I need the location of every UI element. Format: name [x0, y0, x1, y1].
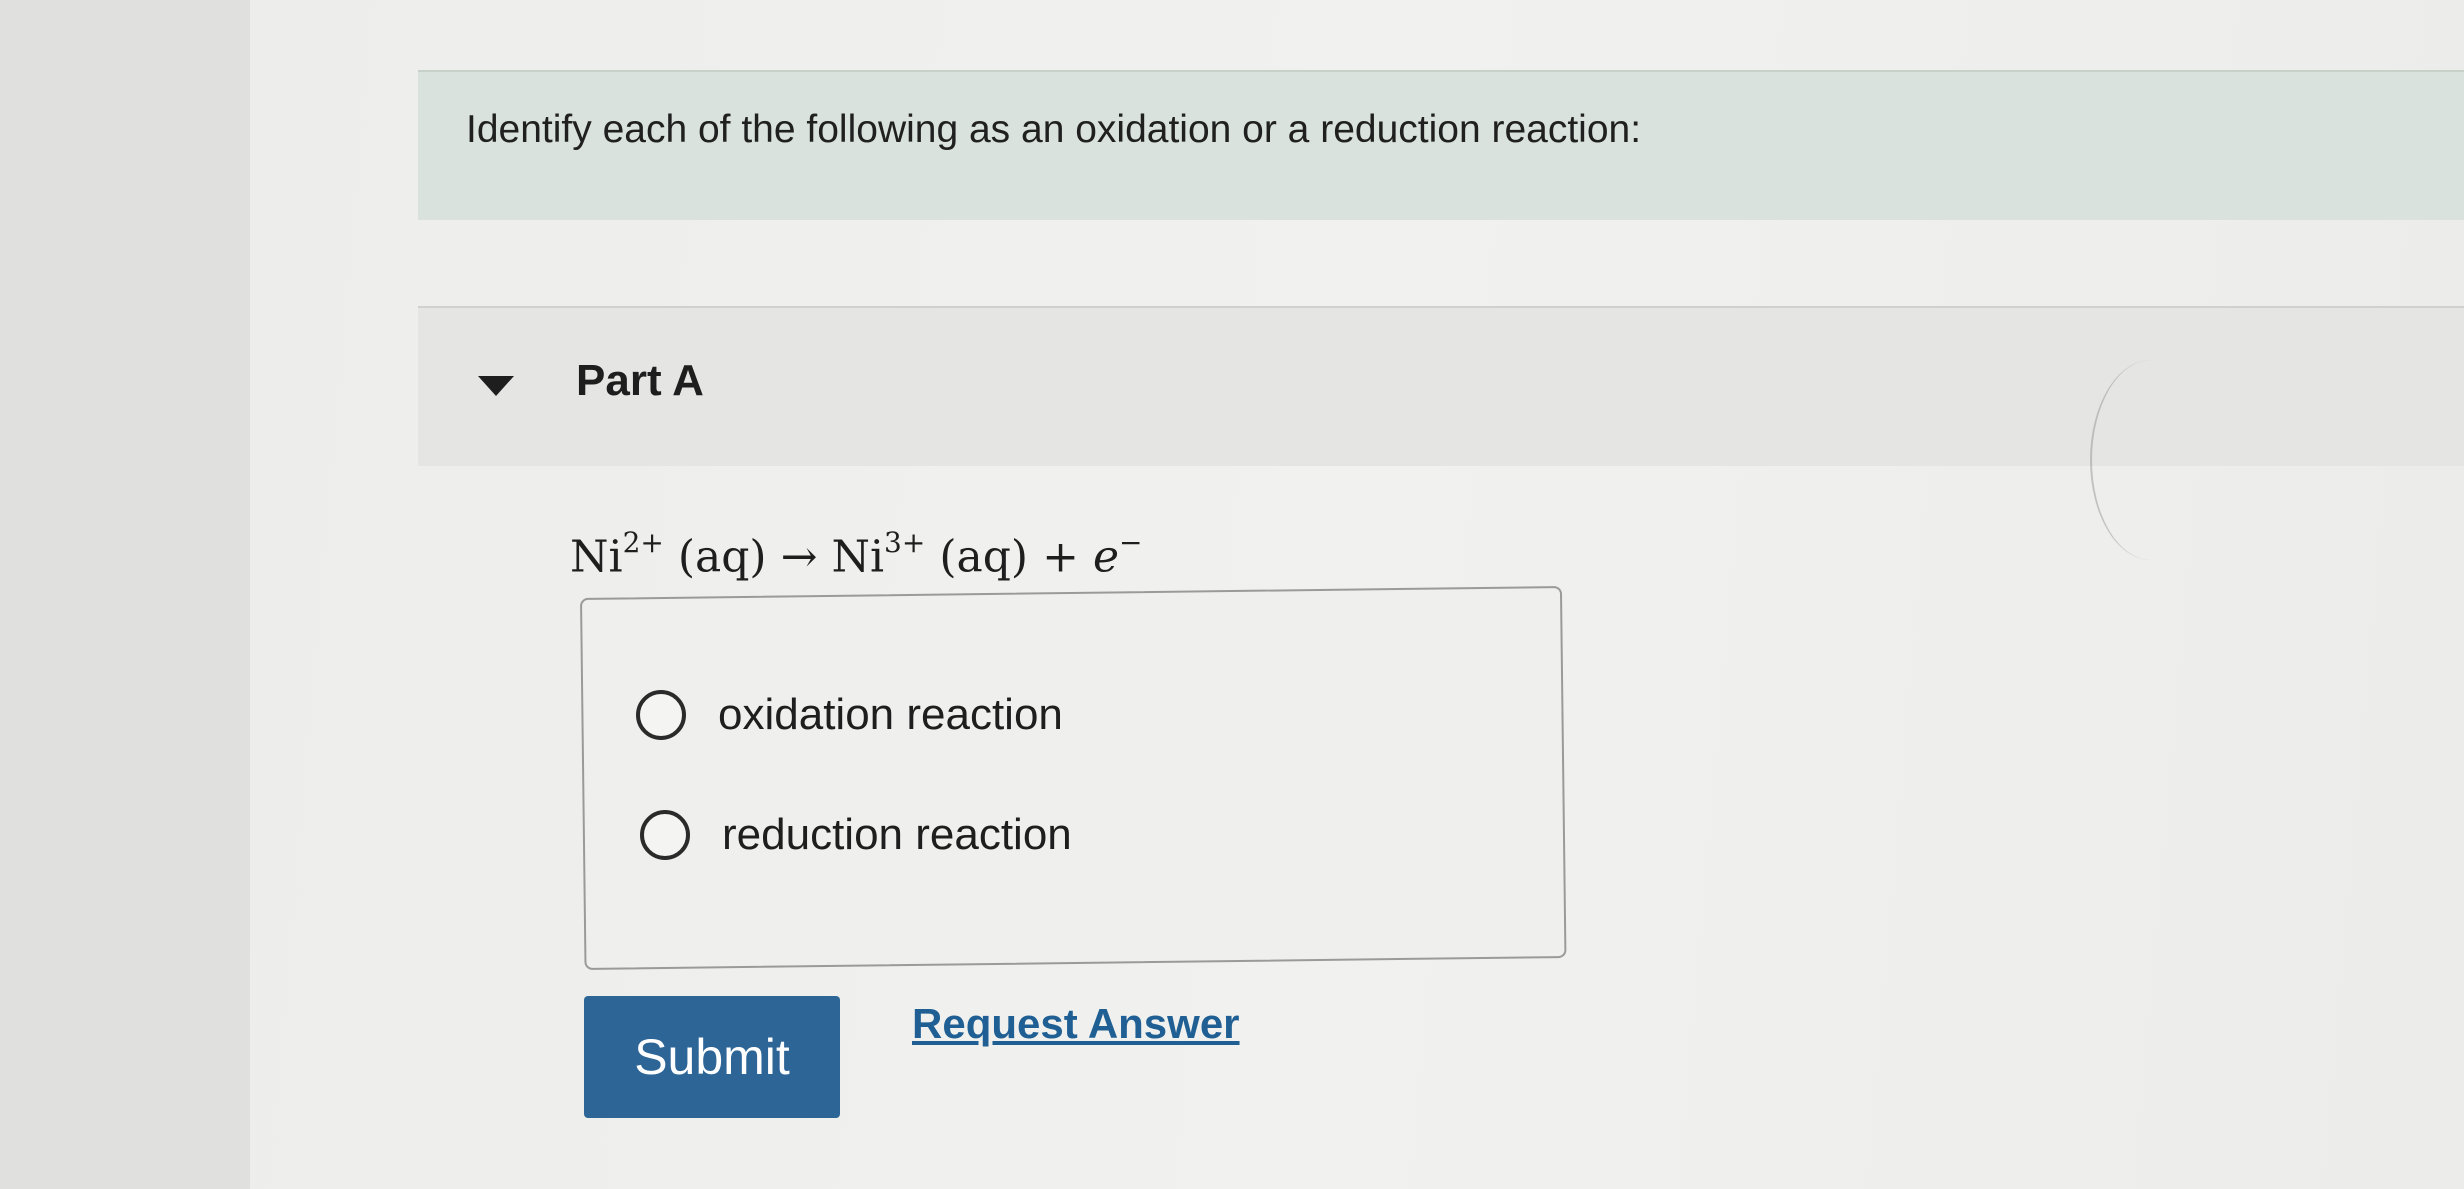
plus-sign: +	[1042, 531, 1079, 583]
screen-glare	[2090, 360, 2212, 560]
problem-instruction: Identify each of the following as an oxi…	[466, 108, 1642, 151]
choice-oxidation[interactable]: oxidation reaction	[636, 690, 1063, 740]
choice-label[interactable]: reduction reaction	[722, 810, 1072, 860]
answer-choices-box	[580, 586, 1567, 970]
product-state: (aq)	[939, 531, 1029, 583]
part-title[interactable]: Part A	[576, 356, 704, 406]
product-symbol: Ni	[831, 531, 885, 583]
chemical-equation: Ni2+ (aq) → Ni3+ (aq) + e−	[570, 526, 1142, 583]
reaction-arrow: →	[780, 531, 818, 583]
electron-symbol: e	[1092, 531, 1119, 583]
reactant-state: (aq)	[677, 531, 767, 583]
left-margin	[0, 0, 252, 1189]
reactant-symbol: Ni	[570, 531, 623, 583]
radio-button[interactable]	[636, 690, 686, 740]
radio-button[interactable]	[640, 810, 690, 860]
reactant-charge: 2+	[622, 526, 664, 559]
electron-charge: −	[1118, 526, 1143, 559]
caret-down-icon[interactable]	[478, 376, 514, 396]
product-charge: 3+	[884, 526, 926, 559]
submit-button[interactable]: Submit	[584, 996, 840, 1118]
request-answer-link[interactable]: Request Answer	[912, 1000, 1240, 1048]
choice-reduction[interactable]: reduction reaction	[640, 810, 1072, 860]
choice-label[interactable]: oxidation reaction	[718, 690, 1063, 740]
